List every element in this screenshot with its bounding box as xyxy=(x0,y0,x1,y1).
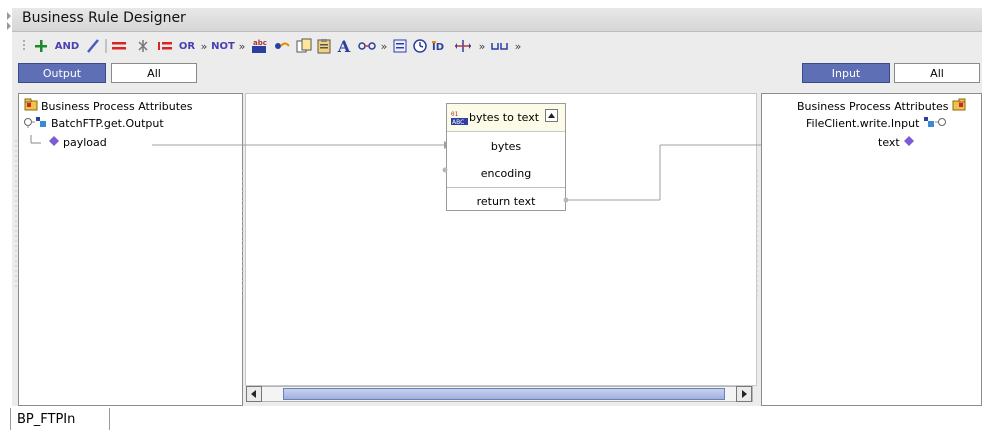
input-tree-root-label: Business Process Attributes xyxy=(797,99,949,113)
diamond-icon xyxy=(903,135,915,150)
input-tree-node-label: FileClient.write.Input xyxy=(806,117,920,130)
scroll-thumb[interactable] xyxy=(283,388,725,400)
input-tree-root[interactable]: Business Process Attributes xyxy=(797,98,966,114)
output-port-icon[interactable] xyxy=(562,196,570,204)
function-header[interactable]: 01 ABC bytes to text xyxy=(447,104,565,132)
document-tab[interactable]: BP_FTPIn xyxy=(10,408,110,430)
function-input-encoding[interactable]: encoding xyxy=(447,167,565,180)
function-output-return-text[interactable]: return text xyxy=(447,195,565,208)
input-port-icon[interactable] xyxy=(441,166,449,174)
function-title: bytes to text xyxy=(469,111,540,124)
scroll-right-button[interactable] xyxy=(736,386,752,402)
status-bar xyxy=(0,406,982,430)
input-tree-leaf-label: text xyxy=(878,136,900,149)
function-box[interactable]: 01 ABC bytes to text bytes encoding retur… xyxy=(446,103,566,211)
input-tree-leaf[interactable]: text xyxy=(878,135,915,150)
collapse-button[interactable] xyxy=(545,109,558,122)
input-tree-panel xyxy=(761,93,982,406)
svg-text:ABC: ABC xyxy=(452,119,464,126)
scroll-left-button[interactable] xyxy=(246,386,262,402)
function-input-bytes[interactable]: bytes xyxy=(447,140,565,153)
bytes-to-text-icon: 01 ABC xyxy=(451,110,469,129)
folder-icon xyxy=(952,98,966,114)
svg-text:01: 01 xyxy=(451,111,459,118)
input-tree-node[interactable]: FileClient.write.Input xyxy=(806,116,947,131)
tree-toggle-icon[interactable] xyxy=(922,116,947,131)
function-divider xyxy=(447,187,565,188)
